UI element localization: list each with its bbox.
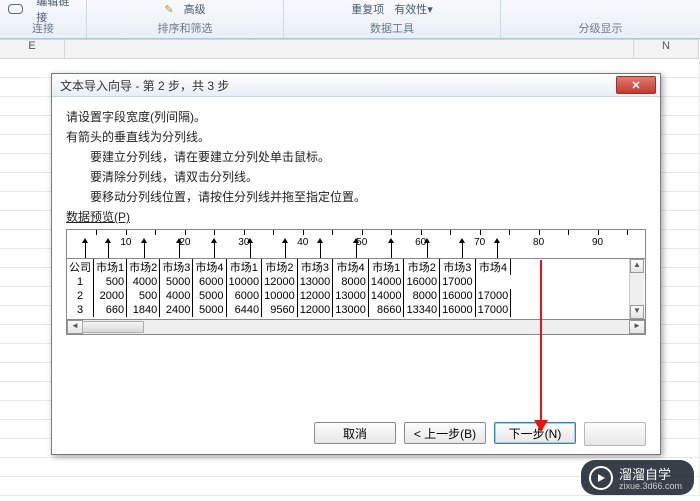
link-icon bbox=[8, 4, 23, 14]
group-data: 数据工具 bbox=[370, 18, 414, 38]
line2: 有箭头的垂直线为分列线。 bbox=[66, 128, 646, 145]
line3: 要建立分列线，请在要建立分列处单击鼠标。 bbox=[90, 148, 646, 165]
group-outline: 分级显示 bbox=[579, 18, 623, 38]
group-sort: 排序和筛选 bbox=[158, 18, 213, 38]
watermark-title: 溜溜自学 bbox=[619, 467, 671, 482]
scroll-up-icon[interactable]: ▲ bbox=[630, 259, 644, 273]
wizard-dialog: 文本导入向导 - 第 2 步，共 3 步 ✕ 请设置字段宽度(列间隔)。 有箭头… bbox=[51, 73, 661, 455]
finish-button[interactable] bbox=[584, 422, 646, 446]
preview-label: 数据预览(P) bbox=[66, 208, 646, 225]
col-header-e[interactable]: E bbox=[0, 39, 65, 59]
close-button[interactable]: ✕ bbox=[616, 76, 656, 94]
titlebar[interactable]: 文本导入向导 - 第 2 步，共 3 步 ✕ bbox=[52, 74, 660, 97]
ruler[interactable]: 102030405060708090 bbox=[66, 229, 646, 258]
line1: 请设置字段宽度(列间隔)。 bbox=[66, 108, 646, 125]
redo[interactable]: 重复项 bbox=[351, 1, 384, 17]
col-header-n[interactable]: N bbox=[633, 39, 699, 59]
ribbon: 编辑链接连接 ✎高级排序和筛选 重复项有效性▾数据工具 分级显示 bbox=[0, 0, 700, 39]
scroll-right-icon[interactable]: ► bbox=[629, 320, 645, 334]
next-button[interactable]: 下一步(N) bbox=[494, 422, 576, 444]
back-button[interactable]: < 上一步(B) bbox=[404, 422, 486, 444]
line5: 要移动分列线位置，请按住分列线并拖至指定位置。 bbox=[90, 188, 646, 205]
advanced[interactable]: 高级 bbox=[184, 1, 206, 17]
group-links: 连接 bbox=[32, 18, 54, 38]
validity[interactable]: 有效性▾ bbox=[394, 1, 433, 17]
scroll-thumb[interactable] bbox=[82, 321, 144, 333]
watermark: 溜溜自学zixue.3d66.com bbox=[581, 460, 694, 495]
vscrollbar[interactable]: ▲ ▼ bbox=[629, 259, 644, 319]
scroll-down-icon[interactable]: ▼ bbox=[630, 305, 644, 319]
watermark-sub: zixue.3d66.com bbox=[619, 481, 682, 491]
preview-grid[interactable]: 公司市场1市场2市场3市场4市场1市场2市场3市场4市场1市场2市场3市场415… bbox=[66, 258, 646, 320]
scroll-left-icon[interactable]: ◄ bbox=[67, 320, 83, 334]
dialog-title: 文本导入向导 - 第 2 步，共 3 步 bbox=[60, 77, 229, 94]
hscrollbar[interactable]: ◄ ► bbox=[66, 320, 646, 335]
line4: 要清除分列线，请双击分列线。 bbox=[90, 168, 646, 185]
cancel-button[interactable]: 取消 bbox=[314, 422, 396, 444]
play-icon bbox=[589, 466, 613, 490]
